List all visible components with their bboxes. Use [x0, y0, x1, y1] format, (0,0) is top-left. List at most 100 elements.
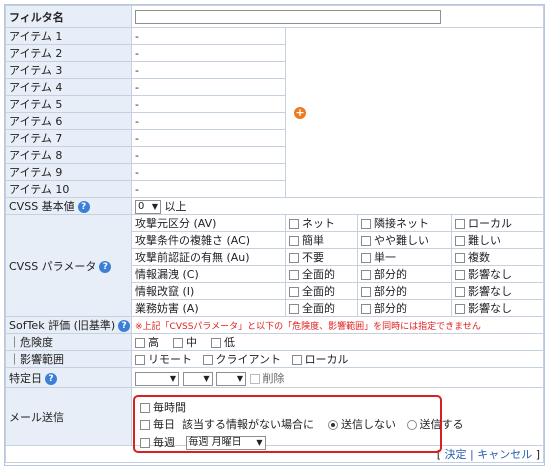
checkbox[interactable] [455, 304, 465, 314]
item-4-value[interactable]: - [131, 78, 286, 96]
year-select[interactable]: ▼ [135, 371, 179, 386]
separator: | [469, 448, 474, 461]
checkbox[interactable] [289, 253, 299, 263]
weekly-label: 毎週 [153, 436, 175, 449]
item-6-label: アイテム 6 [5, 112, 132, 130]
checkbox[interactable] [455, 270, 465, 280]
checkbox[interactable] [289, 219, 299, 229]
no-send-label: 送信しない [341, 418, 396, 431]
option-label: 不要 [302, 251, 324, 264]
checkbox[interactable] [361, 304, 371, 314]
checkbox[interactable] [361, 253, 371, 263]
checkbox[interactable] [135, 355, 145, 365]
option-label: 部分的 [374, 268, 407, 281]
option-label: 全面的 [302, 285, 335, 298]
option-label: 全面的 [302, 302, 335, 315]
checkbox[interactable] [361, 270, 371, 280]
item-3-value[interactable]: - [131, 61, 286, 79]
a-label: 業務妨害 (A) [131, 299, 286, 317]
checkbox[interactable] [361, 219, 371, 229]
item-1-value[interactable]: - [131, 27, 286, 45]
checkbox[interactable] [289, 287, 299, 297]
month-select[interactable]: ▼ [182, 371, 213, 386]
checkbox[interactable] [455, 253, 465, 263]
send-label: 送信する [419, 418, 464, 431]
option-label: 部分的 [374, 285, 407, 298]
severity-option: 中 [186, 336, 197, 349]
scope-option: ローカル [304, 353, 349, 366]
checkbox[interactable] [211, 338, 221, 348]
checkbox[interactable] [455, 287, 465, 297]
weekly-checkbox[interactable] [140, 438, 150, 448]
send-radio[interactable] [406, 420, 417, 430]
item-7-label: アイテム 7 [5, 129, 132, 147]
option-label: 簡単 [302, 234, 324, 247]
delete-checkbox[interactable] [249, 373, 260, 384]
option-label: 隣接ネット [374, 217, 429, 230]
mail-weekly-row: 毎週 毎週 月曜日 ▼ [140, 434, 266, 450]
item-6-value[interactable]: - [131, 112, 286, 130]
hourly-checkbox[interactable] [140, 403, 150, 413]
option-label: 単一 [374, 251, 396, 264]
add-item-icon[interactable]: + [294, 107, 306, 119]
help-icon[interactable]: ? [99, 260, 112, 273]
item-3-label: アイテム 3 [5, 61, 132, 79]
checkbox[interactable] [173, 338, 183, 348]
decide-link[interactable]: 決定 [444, 448, 466, 461]
checkbox[interactable] [135, 338, 145, 348]
cancel-link[interactable]: キャンセル [477, 448, 532, 461]
cvss-base-label: CVSS 基本値 [9, 200, 75, 213]
scope-option: クライアント [215, 353, 282, 366]
c-label: 情報漏洩 (C) [131, 265, 286, 283]
cvss-params-label: CVSS パラメータ [9, 259, 97, 273]
daily-checkbox[interactable] [140, 420, 150, 430]
checkbox[interactable] [289, 304, 299, 314]
item-5-value[interactable]: - [131, 95, 286, 113]
ac-label: 攻撃条件の複雑さ (AC) [131, 231, 286, 249]
item-10-value[interactable]: - [131, 180, 286, 198]
severity-label: ｜危険度 [5, 333, 132, 351]
checkbox[interactable] [455, 236, 465, 246]
item-8-label: アイテム 8 [5, 146, 132, 164]
bracket: ] [535, 448, 540, 461]
option-label: 影響なし [468, 302, 512, 315]
option-label: 影響なし [468, 268, 512, 281]
help-icon[interactable]: ? [77, 201, 90, 213]
softek-label: SofTek 評価 (旧基準) [9, 319, 116, 332]
mail-daily-row: 毎日 該当する情報がない場合に 送信しない 送信する [140, 416, 464, 432]
severity-option: 高 [148, 336, 159, 349]
item-1-label: アイテム 1 [5, 27, 132, 45]
cvss-base-select[interactable]: 0 ▼ [135, 200, 161, 214]
item-5-label: アイテム 5 [5, 95, 132, 113]
option-label: 難しい [468, 234, 501, 247]
checkbox[interactable] [361, 287, 371, 297]
item-9-value[interactable]: - [131, 163, 286, 181]
severity-option: 低 [224, 336, 235, 349]
checkbox[interactable] [455, 219, 465, 229]
weekday-select[interactable]: 毎週 月曜日 ▼ [185, 436, 266, 450]
scope-option: リモート [148, 353, 192, 366]
checkbox[interactable] [361, 236, 371, 246]
checkbox[interactable] [289, 270, 299, 280]
item-7-value[interactable]: - [131, 129, 286, 147]
option-label: ローカル [468, 217, 512, 230]
item-2-value[interactable]: - [131, 44, 286, 62]
checkbox[interactable] [202, 355, 213, 365]
no-send-radio[interactable] [328, 420, 338, 430]
help-icon[interactable]: ? [118, 320, 131, 332]
item-8-value[interactable]: - [131, 146, 286, 164]
item-10-label: アイテム 10 [5, 180, 132, 198]
day-select[interactable]: ▼ [216, 371, 246, 386]
item-9-label: アイテム 9 [5, 163, 132, 181]
softek-warning: ※上記「CVSSパラメータ」と以下の「危険度、影響範囲」を同時には指定できません [131, 316, 544, 334]
checkbox[interactable] [289, 236, 299, 246]
checkbox[interactable] [291, 355, 302, 365]
scope-label: ｜影響範囲 [5, 350, 132, 368]
help-icon[interactable]: ? [45, 372, 57, 385]
delete-label: 削除 [262, 371, 285, 385]
filter-name-input[interactable] [135, 9, 441, 24]
chevron-down-icon: ▼ [256, 438, 263, 447]
daily-note: 該当する情報がない場合に [182, 418, 314, 431]
option-label: 影響なし [468, 285, 512, 298]
daily-label: 毎日 [153, 418, 175, 431]
